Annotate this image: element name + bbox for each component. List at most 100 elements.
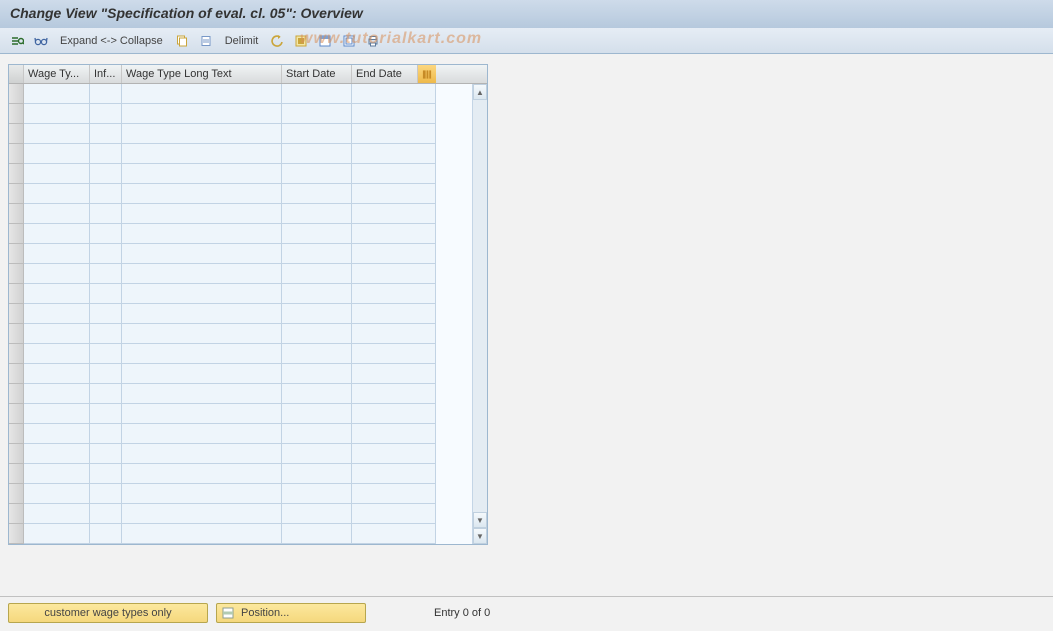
cell-inf[interactable]: [90, 444, 122, 464]
cell-wage-type[interactable]: [24, 324, 90, 344]
column-header-long-text[interactable]: Wage Type Long Text: [122, 65, 282, 83]
cell-inf[interactable]: [90, 224, 122, 244]
cell-inf[interactable]: [90, 104, 122, 124]
cell-inf[interactable]: [90, 164, 122, 184]
cell-long-text[interactable]: [122, 364, 282, 384]
table-row[interactable]: [9, 324, 472, 344]
column-header-start-date[interactable]: Start Date: [282, 65, 352, 83]
row-selector[interactable]: [9, 84, 24, 104]
cell-start-date[interactable]: [282, 344, 352, 364]
cell-wage-type[interactable]: [24, 344, 90, 364]
cell-wage-type[interactable]: [24, 224, 90, 244]
scroll-up-button[interactable]: ▲: [473, 84, 487, 100]
table-row[interactable]: [9, 264, 472, 284]
cell-start-date[interactable]: [282, 184, 352, 204]
cell-long-text[interactable]: [122, 464, 282, 484]
scroll-track[interactable]: [473, 100, 487, 512]
table-configure-button[interactable]: [418, 65, 436, 83]
cell-end-date[interactable]: [352, 144, 436, 164]
cell-long-text[interactable]: [122, 244, 282, 264]
column-header-wage-type[interactable]: Wage Ty...: [24, 65, 90, 83]
cell-long-text[interactable]: [122, 444, 282, 464]
row-selector[interactable]: [9, 284, 24, 304]
cell-start-date[interactable]: [282, 424, 352, 444]
cell-long-text[interactable]: [122, 104, 282, 124]
cell-start-date[interactable]: [282, 104, 352, 124]
cell-long-text[interactable]: [122, 124, 282, 144]
cell-wage-type[interactable]: [24, 124, 90, 144]
cell-inf[interactable]: [90, 344, 122, 364]
table-row[interactable]: [9, 284, 472, 304]
table-row[interactable]: [9, 224, 472, 244]
table-row[interactable]: [9, 424, 472, 444]
cell-start-date[interactable]: [282, 404, 352, 424]
cell-end-date[interactable]: [352, 524, 436, 544]
cell-long-text[interactable]: [122, 504, 282, 524]
cell-end-date[interactable]: [352, 464, 436, 484]
cell-start-date[interactable]: [282, 224, 352, 244]
table-row[interactable]: [9, 464, 472, 484]
table-row[interactable]: [9, 84, 472, 104]
customer-wage-types-button[interactable]: customer wage types only: [8, 603, 208, 623]
table-row[interactable]: [9, 304, 472, 324]
cell-start-date[interactable]: [282, 124, 352, 144]
cell-end-date[interactable]: [352, 484, 436, 504]
cell-long-text[interactable]: [122, 144, 282, 164]
cell-inf[interactable]: [90, 204, 122, 224]
delete-button[interactable]: [195, 31, 217, 50]
cell-long-text[interactable]: [122, 344, 282, 364]
cell-wage-type[interactable]: [24, 264, 90, 284]
row-selector-header[interactable]: [9, 65, 24, 83]
cell-end-date[interactable]: [352, 184, 436, 204]
row-selector[interactable]: [9, 324, 24, 344]
table-row[interactable]: [9, 524, 472, 544]
cell-start-date[interactable]: [282, 244, 352, 264]
vertical-scrollbar[interactable]: ▲ ▼ ▼: [472, 84, 487, 544]
table-row[interactable]: [9, 124, 472, 144]
cell-start-date[interactable]: [282, 524, 352, 544]
undo-button[interactable]: [266, 31, 288, 50]
cell-long-text[interactable]: [122, 324, 282, 344]
cell-start-date[interactable]: [282, 444, 352, 464]
cell-end-date[interactable]: [352, 264, 436, 284]
row-selector[interactable]: [9, 224, 24, 244]
cell-long-text[interactable]: [122, 284, 282, 304]
cell-end-date[interactable]: [352, 284, 436, 304]
cell-wage-type[interactable]: [24, 504, 90, 524]
cell-long-text[interactable]: [122, 524, 282, 544]
cell-wage-type[interactable]: [24, 184, 90, 204]
table-row[interactable]: [9, 244, 472, 264]
cell-long-text[interactable]: [122, 304, 282, 324]
cell-wage-type[interactable]: [24, 244, 90, 264]
cell-end-date[interactable]: [352, 104, 436, 124]
cell-wage-type[interactable]: [24, 84, 90, 104]
cell-wage-type[interactable]: [24, 444, 90, 464]
row-selector[interactable]: [9, 264, 24, 284]
cell-start-date[interactable]: [282, 304, 352, 324]
select-block-button[interactable]: [314, 31, 336, 50]
cell-end-date[interactable]: [352, 304, 436, 324]
cell-long-text[interactable]: [122, 184, 282, 204]
cell-wage-type[interactable]: [24, 164, 90, 184]
cell-long-text[interactable]: [122, 204, 282, 224]
table-row[interactable]: [9, 504, 472, 524]
expand-collapse-button[interactable]: Expand <-> Collapse: [54, 31, 169, 50]
cell-inf[interactable]: [90, 384, 122, 404]
row-selector[interactable]: [9, 464, 24, 484]
cell-start-date[interactable]: [282, 384, 352, 404]
cell-wage-type[interactable]: [24, 384, 90, 404]
cell-wage-type[interactable]: [24, 524, 90, 544]
table-row[interactable]: [9, 104, 472, 124]
cell-start-date[interactable]: [282, 464, 352, 484]
cell-end-date[interactable]: [352, 344, 436, 364]
row-selector[interactable]: [9, 384, 24, 404]
cell-end-date[interactable]: [352, 204, 436, 224]
row-selector[interactable]: [9, 204, 24, 224]
cell-long-text[interactable]: [122, 164, 282, 184]
cell-inf[interactable]: [90, 464, 122, 484]
cell-inf[interactable]: [90, 324, 122, 344]
cell-inf[interactable]: [90, 124, 122, 144]
cell-inf[interactable]: [90, 424, 122, 444]
row-selector[interactable]: [9, 164, 24, 184]
cell-start-date[interactable]: [282, 364, 352, 384]
